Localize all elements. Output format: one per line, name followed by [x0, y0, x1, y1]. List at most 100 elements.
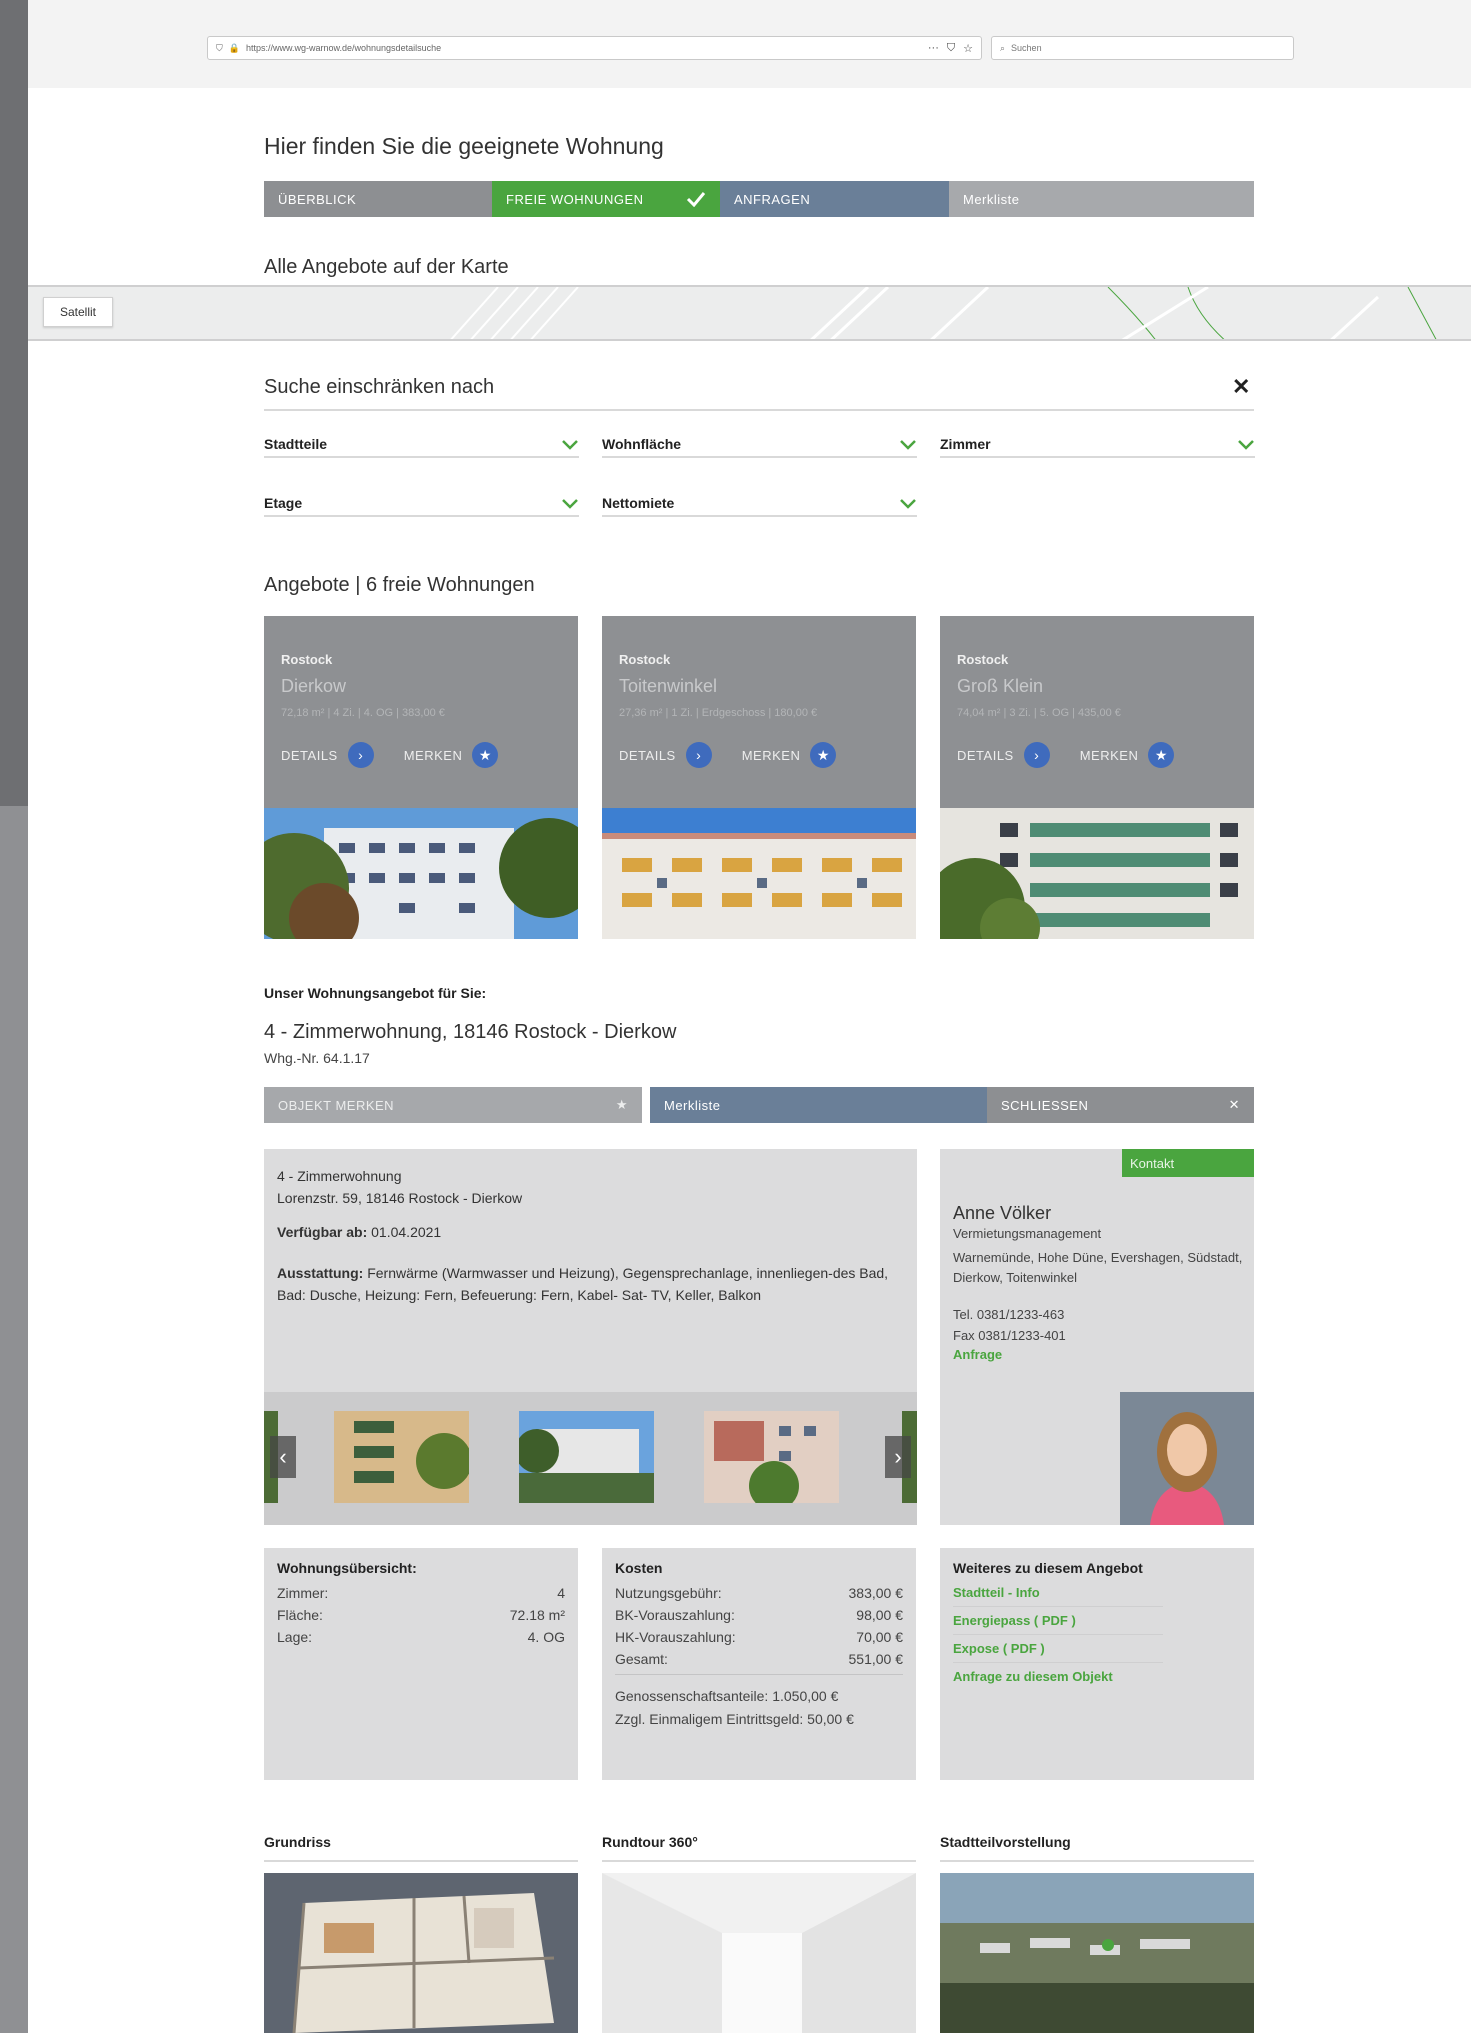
details-link[interactable]: DETAILS	[957, 748, 1014, 763]
tab-watchlist[interactable]: Merkliste	[949, 181, 1254, 217]
browser-search-field[interactable]: ⌕ Suchen	[991, 36, 1294, 60]
star-icon[interactable]: ★	[810, 742, 837, 768]
url-text: https://www.wg-warnow.de/wohnungsdetails…	[245, 43, 442, 53]
contact-name: Anne Völker	[953, 1203, 1052, 1223]
more-icon[interactable]: ···	[928, 42, 939, 55]
filter-rooms[interactable]: Zimmer	[940, 432, 1255, 458]
card-photo	[940, 808, 1254, 939]
offer-card[interactable]: Rostock Dierkow 72,18 m² | 4 Zi. | 4. OG…	[264, 616, 578, 939]
pocket-icon[interactable]: ⛉	[947, 42, 955, 55]
contact-phone: Tel. 0381/1233-463 Fax 0381/1233-401	[953, 1304, 1066, 1346]
contact-box: Kontakt Anne Völker Vermietungsmanagemen…	[940, 1149, 1254, 1525]
overview-row: Fläche: 72.18 m²	[277, 1604, 565, 1626]
filter-living-area[interactable]: Wohnfläche	[602, 432, 917, 458]
tour-image[interactable]	[602, 1873, 916, 2033]
tab-free-flats[interactable]: FREIE WOHNUNGEN	[492, 181, 720, 217]
cost-row: Nutzungsgebühr: 383,00 €	[615, 1582, 903, 1604]
entry-fee-note: Zzgl. Einmaligem Eintrittsgeld: 50,00 €	[615, 1711, 854, 1727]
chevron-down-icon	[1238, 440, 1254, 450]
expose-link[interactable]: Expose ( PDF )	[953, 1638, 1163, 1663]
flat-overview-panel: Wohnungsübersicht: Zimmer: 4 Fläche: 72.18…	[264, 1548, 578, 1780]
flat-info-box: 4 - Zimmerwohnung Lorenzstr. 59, 18146 R…	[264, 1149, 917, 1525]
offers-title: Angebote | 6 freie Wohnungen	[264, 574, 535, 596]
lock-icon: 🔒	[228, 42, 240, 53]
star-icon[interactable]: ★	[472, 742, 499, 768]
card-photo	[264, 808, 578, 939]
contact-tel: Tel. 0381/1233-463	[953, 1307, 1065, 1322]
contact-role: Vermietungsmanagement	[953, 1226, 1102, 1241]
row-value: 70,00 €	[856, 1629, 903, 1645]
row-value: 551,00 €	[848, 1651, 904, 1667]
close-detail-button[interactable]: SCHLIESSEN ✕	[987, 1087, 1254, 1123]
chevron-right-icon[interactable]: ›	[1023, 742, 1050, 768]
carousel-prev-icon[interactable]: ‹	[270, 1436, 296, 1478]
carousel-thumb[interactable]	[519, 1411, 654, 1503]
star-icon[interactable]: ★	[1148, 742, 1175, 768]
detail-actions: OBJEKT MERKEN ★ Merkliste SCHLIESSEN ✕	[264, 1087, 1254, 1123]
save-object-button[interactable]: OBJEKT MERKEN ★	[264, 1087, 642, 1123]
tab-watchlist-label: Merkliste	[963, 191, 1020, 207]
carousel-thumb[interactable]	[704, 1411, 839, 1503]
object-request-link[interactable]: Anfrage zu diesem Objekt	[953, 1666, 1163, 1690]
chevron-right-icon[interactable]: ›	[347, 742, 374, 768]
card-city: Rostock	[957, 652, 1009, 667]
carousel-thumb[interactable]	[334, 1411, 469, 1503]
bookmark-star-icon[interactable]: ☆	[963, 42, 973, 55]
carousel-next-icon[interactable]: ›	[885, 1436, 911, 1478]
details-link[interactable]: DETAILS	[619, 748, 676, 763]
satellite-toggle-button[interactable]: Satellit	[43, 297, 113, 327]
map-section-title: Alle Angebote auf der Karte	[264, 256, 509, 278]
merken-link[interactable]: MERKEN	[404, 748, 463, 763]
photo-carousel[interactable]: ‹ ›	[264, 1392, 917, 1525]
district-info-link[interactable]: Stadtteil - Info	[953, 1582, 1163, 1607]
row-value: 383,00 €	[848, 1585, 904, 1601]
flat-address: Lorenzstr. 59, 18146 Rostock - Dierkow	[277, 1190, 523, 1206]
floorplan-image[interactable]	[264, 1873, 578, 2033]
energy-pass-link[interactable]: Energiepass ( PDF )	[953, 1610, 1163, 1635]
details-link[interactable]: DETAILS	[281, 748, 338, 763]
close-filter-icon[interactable]: ✕	[1232, 374, 1250, 400]
card-district: Dierkow	[281, 676, 347, 696]
cost-row: BK-Vorauszahlung: 98,00 €	[615, 1604, 903, 1626]
chevron-right-icon[interactable]: ›	[685, 742, 712, 768]
offer-card[interactable]: Rostock Groß Klein 74,04 m² | 3 Zi. | 5.…	[940, 616, 1254, 939]
row-label: Nutzungsgebühr:	[615, 1585, 722, 1601]
row-value: 4. OG	[527, 1629, 565, 1645]
district-image[interactable]	[940, 1873, 1254, 2033]
contact-tag: Kontakt	[1122, 1149, 1254, 1177]
merken-link[interactable]: MERKEN	[1080, 748, 1139, 763]
filter-label: Etage	[264, 495, 303, 511]
tab-requests-label: ANFRAGEN	[734, 191, 811, 207]
cost-row: Gesamt: 551,00 €	[615, 1648, 903, 1670]
close-icon: ✕	[1228, 1097, 1240, 1112]
card-meta: 72,18 m² | 4 Zi. | 4. OG | 383,00 €	[281, 707, 445, 719]
filter-districts[interactable]: Stadtteile	[264, 432, 579, 458]
tab-free-flats-label: FREIE WOHNUNGEN	[506, 191, 644, 207]
star-icon: ★	[615, 1097, 628, 1112]
equipment-label: Ausstattung:	[277, 1265, 364, 1281]
address-bar[interactable]: ⛉ 🔒 https://www.wg-warnow.de/wohnungsdet…	[207, 36, 982, 60]
filter-label: Stadtteile	[264, 436, 328, 452]
panel-title: Kosten	[615, 1560, 663, 1576]
filter-label: Wohnfläche	[602, 436, 682, 452]
offer-card[interactable]: Rostock Toitenwinkel 27,36 m² | 1 Zi. | …	[602, 616, 916, 939]
card-district: Groß Klein	[957, 676, 1044, 696]
filter-floor[interactable]: Etage	[264, 491, 579, 517]
action-gap	[642, 1087, 650, 1123]
district-heading: Stadtteilvorstellung	[940, 1834, 1254, 1862]
row-label: Gesamt:	[615, 1651, 668, 1667]
divider	[615, 1674, 903, 1675]
check-icon	[686, 192, 706, 207]
overview-row: Zimmer: 4	[277, 1582, 565, 1604]
filter-section-title: Suche einschränken nach	[264, 376, 495, 398]
more-info-panel: Weiteres zu diesem Angebot Stadtteil - I…	[940, 1548, 1254, 1780]
tab-requests[interactable]: ANFRAGEN	[720, 181, 949, 217]
filter-net-rent[interactable]: Nettomiete	[602, 491, 917, 517]
watchlist-button[interactable]: Merkliste	[650, 1087, 987, 1123]
map[interactable]: Satellit	[28, 285, 1471, 341]
contact-request-link[interactable]: Anfrage	[953, 1347, 1002, 1362]
tab-overview[interactable]: ÜBERBLICK	[264, 181, 492, 217]
merken-link[interactable]: MERKEN	[742, 748, 801, 763]
left-window-edge	[0, 0, 28, 2033]
save-object-label: OBJEKT MERKEN	[278, 1097, 395, 1113]
